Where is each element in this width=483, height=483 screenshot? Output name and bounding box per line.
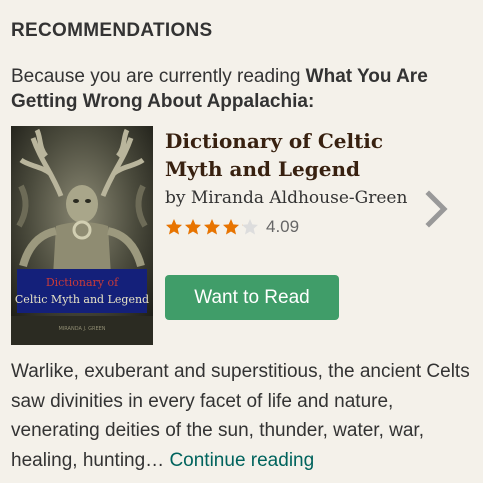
book-cover-image: Dictionary of Celtic Myth and Legend MIR… bbox=[11, 126, 153, 345]
continue-reading-link[interactable]: Continue reading bbox=[169, 450, 314, 471]
book-cover[interactable]: Dictionary of Celtic Myth and Legend MIR… bbox=[11, 126, 153, 345]
book-info: Dictionary of Celtic Myth and Legend by … bbox=[165, 126, 420, 240]
star-icon bbox=[223, 219, 239, 235]
star-rating bbox=[165, 218, 260, 236]
star-icon bbox=[242, 219, 258, 235]
want-to-read-button[interactable]: Want to Read bbox=[165, 275, 339, 320]
rating-row: 4.09 bbox=[165, 214, 420, 240]
cover-title-line1: Dictionary of bbox=[46, 276, 119, 289]
star-icon bbox=[185, 219, 201, 235]
book-author[interactable]: by Miranda Aldhouse-Green bbox=[165, 187, 420, 210]
chevron-right-icon[interactable] bbox=[424, 190, 450, 228]
because-prefix: Because you are currently reading bbox=[11, 66, 306, 87]
book-description: Warlike, exuberant and superstitious, th… bbox=[11, 357, 476, 475]
book-title[interactable]: Dictionary of Celtic Myth and Legend bbox=[165, 127, 420, 183]
star-icon bbox=[204, 219, 220, 235]
section-heading: RECOMMENDATIONS bbox=[11, 20, 213, 41]
cover-title-line2: Celtic Myth and Legend bbox=[15, 293, 149, 306]
star-icon bbox=[166, 219, 182, 235]
cover-author: MIRANDA J. GREEN bbox=[58, 326, 105, 332]
rating-value: 4.09 bbox=[266, 217, 300, 236]
because-text: Because you are currently reading What Y… bbox=[11, 64, 473, 114]
